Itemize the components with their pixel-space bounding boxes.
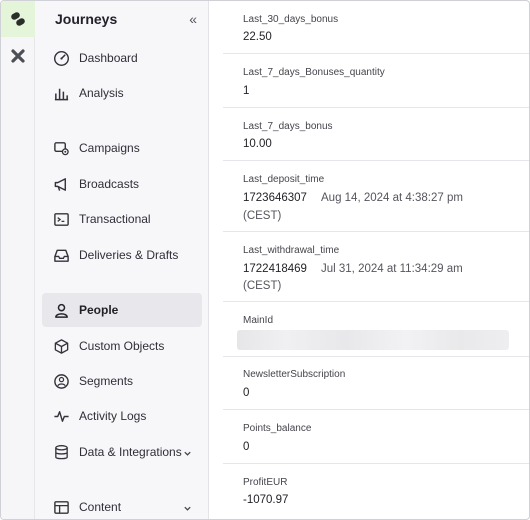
sidebar-item-label: Activity Logs	[79, 409, 147, 423]
attribute-row-last-7-days-bonuses-quantity[interactable]: Last_7_days_Bonuses_quantity 1	[223, 54, 529, 108]
attribute-formatted-date: Aug 14, 2024 at 4:38:27 pm	[321, 192, 463, 204]
sidebar-item-data-integrations[interactable]: Data & Integrations	[42, 435, 202, 469]
attribute-label: MainId	[243, 315, 274, 326]
sidebar-item-label: Custom Objects	[79, 339, 165, 353]
sidebar-item-custom-objects[interactable]: Custom Objects	[42, 329, 202, 363]
attribute-row-last-withdrawal-time[interactable]: Last_withdrawal_time 1722418469 Jul 31, …	[223, 232, 529, 302]
integrations-app-switch[interactable]	[1, 39, 35, 73]
sidebar-item-label: Campaigns	[79, 141, 140, 155]
sidebar-item-label: Content	[79, 500, 122, 514]
attribute-row-last-30-days-bonus[interactable]: Last_30_days_bonus 22.50	[223, 1, 529, 54]
app-rail	[1, 1, 35, 519]
attribute-value: -1070.97	[243, 494, 289, 506]
collapse-sidebar-icon[interactable]: «	[189, 11, 197, 27]
attribute-value: 1723646307	[243, 192, 307, 204]
sidebar: Journeys « Dashboard Analysis Campaigns	[35, 1, 209, 519]
attribute-row-newsletter-subscription[interactable]: NewsletterSubscription 0	[223, 357, 529, 410]
sidebar-item-analysis[interactable]: Analysis	[42, 76, 202, 110]
inbox-tray-icon	[52, 246, 70, 264]
sidebar-item-content[interactable]: Content	[42, 490, 202, 519]
attribute-formatted-date: Jul 31, 2024 at 11:34:29 am	[321, 263, 463, 275]
app-title: Journeys	[55, 11, 118, 27]
sidebar-item-dashboard[interactable]: Dashboard	[42, 41, 202, 75]
attribute-row-last-7-days-bonus[interactable]: Last_7_days_bonus 10.00	[223, 108, 529, 161]
sidebar-item-label: Segments	[79, 374, 134, 388]
megaphone-icon	[52, 175, 70, 193]
sidebar-item-label: Transactional	[79, 212, 151, 226]
brand-logo-icon	[11, 12, 25, 26]
attribute-value: 0	[243, 387, 250, 399]
attribute-row-mainid[interactable]: MainId	[223, 302, 529, 357]
attribute-value: 0	[243, 441, 250, 453]
sidebar-item-people[interactable]: People	[42, 293, 202, 327]
sidebar-item-transactional[interactable]: Transactional	[42, 202, 202, 236]
sidebar-item-label: Deliveries & Drafts	[79, 248, 179, 262]
attribute-value: 1722418469	[243, 263, 307, 275]
chevron-down-icon[interactable]	[183, 502, 192, 516]
database-icon	[52, 443, 70, 461]
attribute-row-profit-eur[interactable]: ProfitEUR -1070.97	[223, 464, 529, 519]
attribute-label: Points_balance	[243, 423, 312, 434]
person-icon	[52, 301, 70, 319]
attribute-label: NewsletterSubscription	[243, 369, 346, 380]
attribute-label: Last_deposit_time	[243, 174, 325, 185]
profile-attributes-panel: Last_30_days_bonus 22.50 Last_7_days_Bon…	[223, 1, 529, 519]
attribute-label: Last_withdrawal_time	[243, 245, 340, 256]
x-shape-app-icon	[11, 49, 25, 63]
pulse-icon	[52, 407, 70, 425]
layout-icon	[52, 498, 70, 516]
sidebar-item-broadcasts[interactable]: Broadcasts	[42, 167, 202, 201]
attribute-label: Last_30_days_bonus	[243, 14, 339, 25]
brand-logo[interactable]	[1, 1, 35, 37]
cube-icon	[52, 337, 70, 355]
campaigns-icon	[52, 139, 70, 157]
segments-icon	[52, 372, 70, 390]
sidebar-item-campaigns[interactable]: Campaigns	[42, 131, 202, 165]
sidebar-item-activity-logs[interactable]: Activity Logs	[42, 399, 202, 433]
sidebar-item-label: People	[79, 303, 119, 317]
sidebar-item-label: Analysis	[79, 86, 124, 100]
attribute-row-last-deposit-time[interactable]: Last_deposit_time 1723646307 Aug 14, 202…	[223, 161, 529, 232]
attribute-value: 10.00	[243, 138, 272, 150]
attribute-label: Last_7_days_Bonuses_quantity	[243, 67, 385, 78]
attribute-timezone: (CEST)	[243, 210, 282, 222]
attribute-value: 22.50	[243, 31, 272, 43]
attribute-label: Last_7_days_bonus	[243, 121, 333, 132]
app-window: Journeys « Dashboard Analysis Campaigns	[0, 0, 530, 520]
attribute-timezone: (CEST)	[243, 280, 282, 292]
attribute-label: ProfitEUR	[243, 477, 288, 488]
sidebar-item-label: Data & Integrations	[79, 445, 182, 459]
attribute-value: 1	[243, 85, 250, 97]
bar-chart-icon	[52, 84, 70, 102]
sidebar-item-label: Dashboard	[79, 51, 138, 65]
attribute-row-points-balance[interactable]: Points_balance 0	[223, 410, 529, 464]
redacted-value	[237, 330, 509, 350]
dashboard-gauge-icon	[52, 49, 70, 67]
terminal-icon	[52, 210, 70, 228]
chevron-down-icon[interactable]	[183, 447, 192, 461]
sidebar-item-segments[interactable]: Segments	[42, 364, 202, 398]
sidebar-item-deliveries-drafts[interactable]: Deliveries & Drafts	[42, 238, 202, 272]
sidebar-header: Journeys «	[55, 9, 197, 29]
sidebar-item-label: Broadcasts	[79, 177, 140, 191]
